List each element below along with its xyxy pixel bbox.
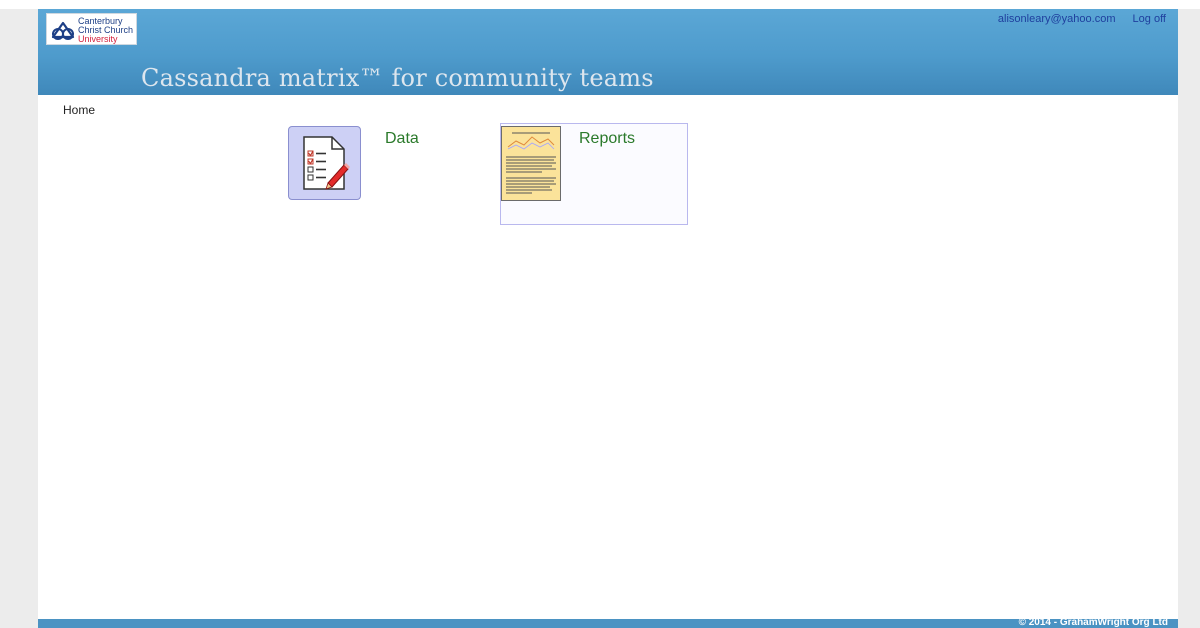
- report-thumbnail: [501, 126, 561, 201]
- logoff-link[interactable]: Log off: [1133, 13, 1166, 25]
- university-logo[interactable]: Canterbury Christ Church University: [46, 13, 137, 45]
- site-title: Cassandra matrix™ for community teams: [141, 64, 654, 92]
- main-content: Home Data Reports: [38, 95, 1178, 619]
- user-links: alisonleary@yahoo.com Log off: [984, 13, 1166, 25]
- report-thumbnail-graphic: [506, 132, 556, 194]
- site-footer: © 2014 - GrahamWright Org Ltd: [38, 617, 1178, 628]
- breadcrumb-home[interactable]: Home: [63, 103, 95, 117]
- data-tile-label[interactable]: Data: [385, 130, 419, 148]
- copyright-text: © 2014 - GrahamWright Org Ltd: [1018, 617, 1168, 628]
- user-email-link[interactable]: alisonleary@yahoo.com: [998, 13, 1116, 25]
- reports-tile-label[interactable]: Reports: [579, 130, 635, 148]
- ccu-logo-icon: [51, 21, 75, 40]
- top-strip: [0, 0, 1200, 9]
- data-tile-button[interactable]: [288, 126, 361, 200]
- logo-text-university: University: [78, 34, 118, 44]
- site-header: Canterbury Christ Church University alis…: [38, 9, 1178, 95]
- checklist-pencil-icon: [303, 136, 350, 190]
